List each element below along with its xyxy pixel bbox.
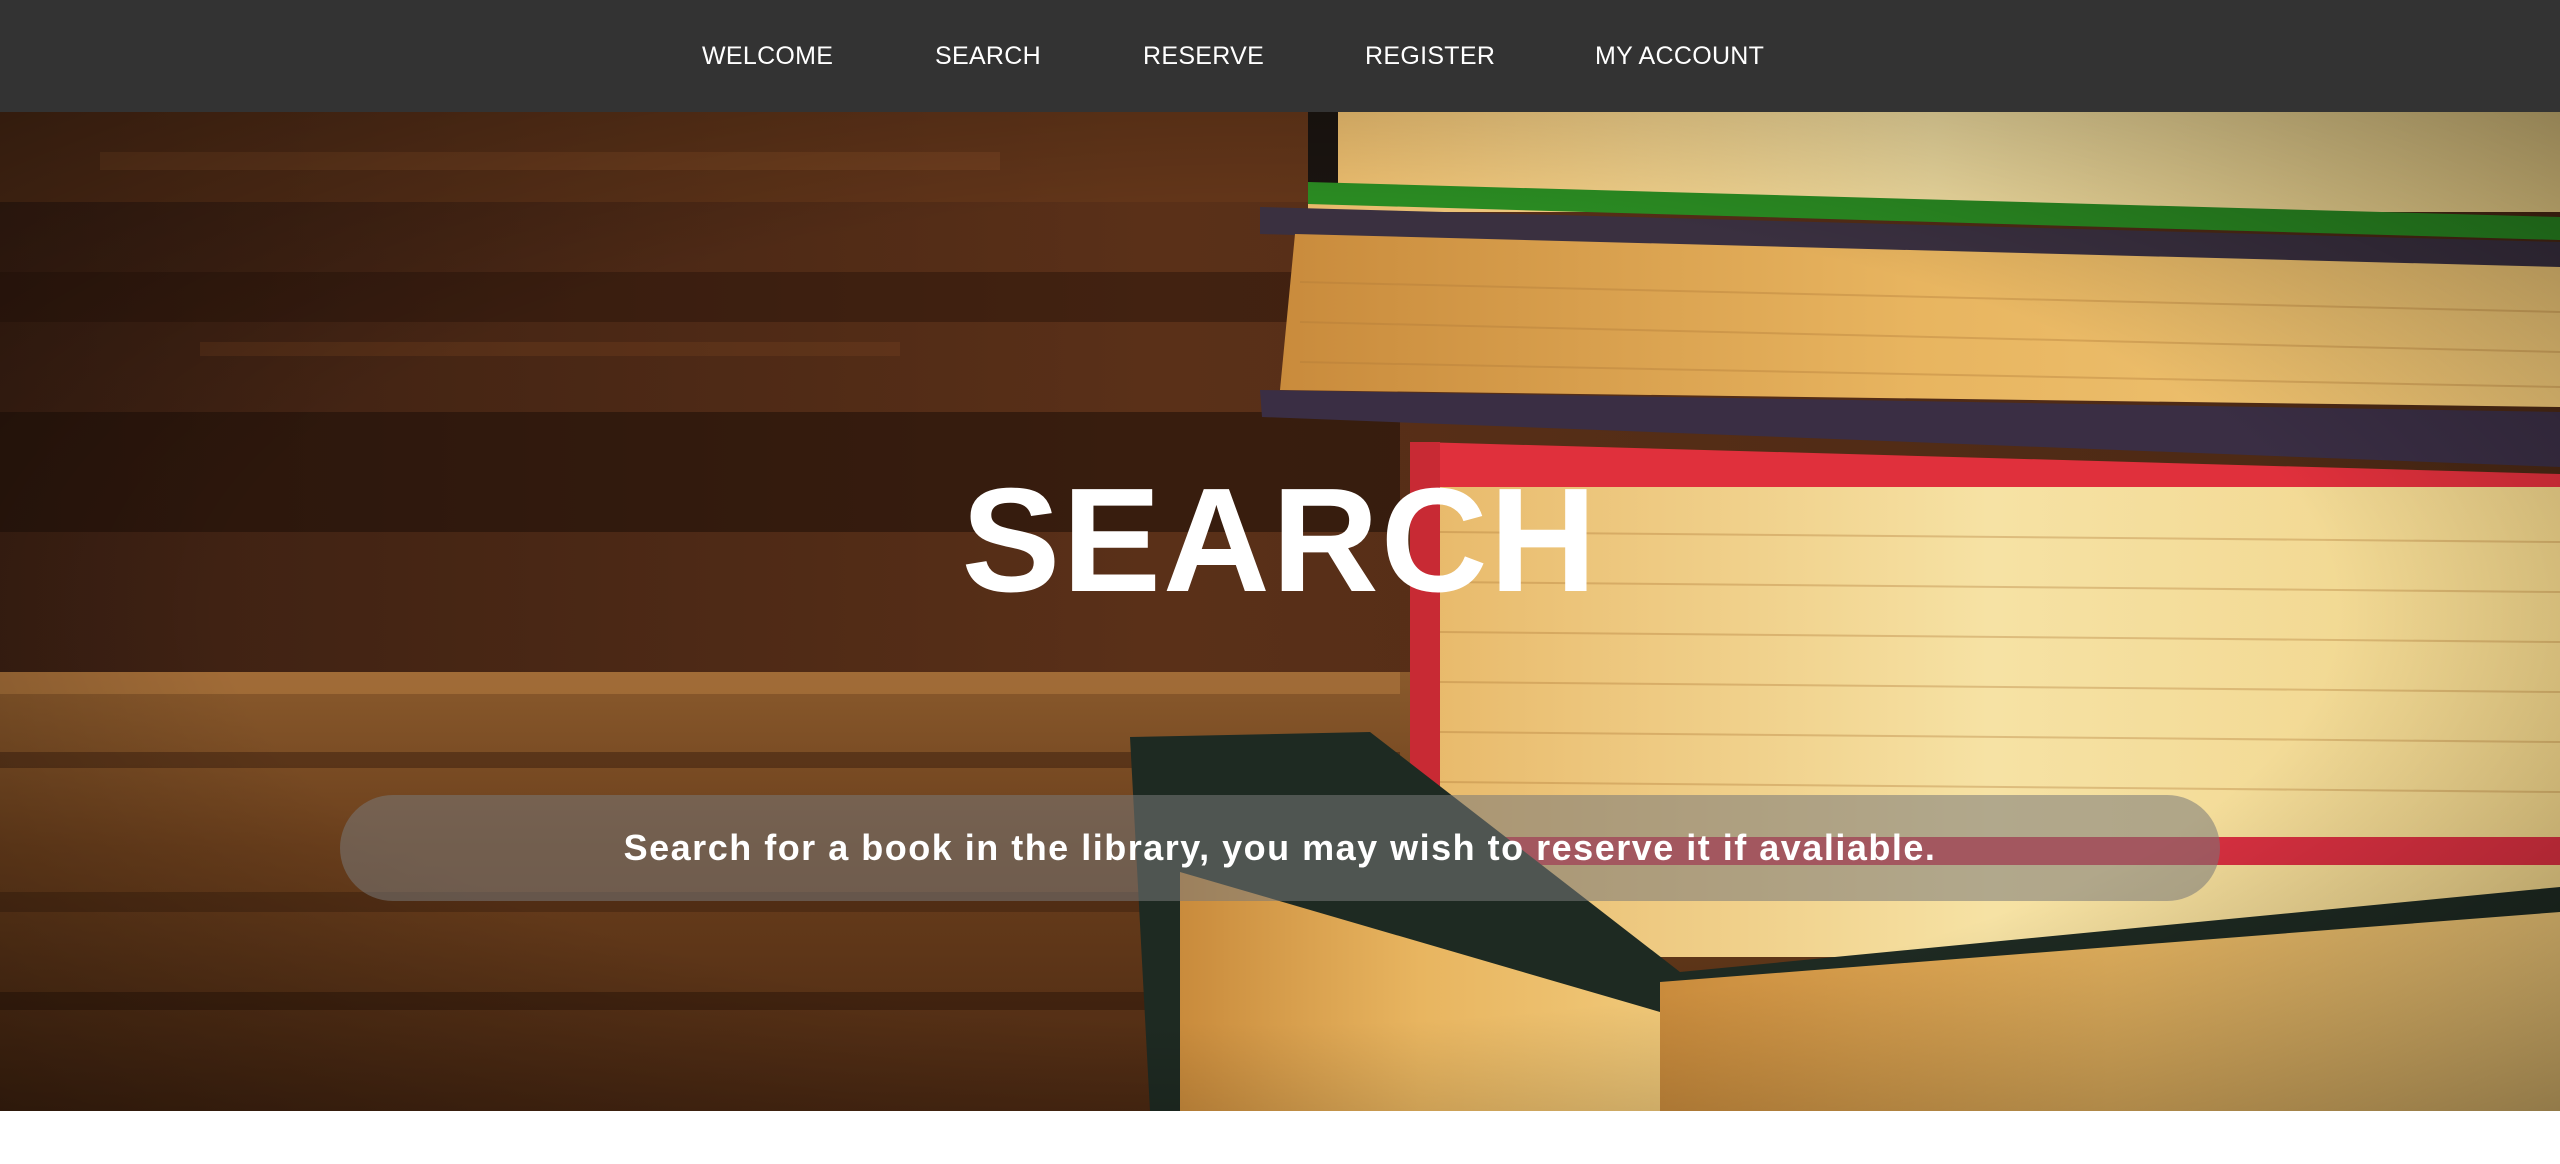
nav-welcome-link[interactable]: WELCOME xyxy=(702,0,833,112)
nav-register-link[interactable]: REGISTER xyxy=(1365,0,1495,112)
nav-my-account-link[interactable]: MY ACCOUNT xyxy=(1595,0,1764,112)
hero-banner: SEARCH Search for a book in the library,… xyxy=(0,112,2560,1111)
page-content-area xyxy=(0,1111,2560,1164)
top-navigation-bar: WELCOME SEARCH RESERVE REGISTER MY ACCOU… xyxy=(0,0,2560,112)
nav-search-link[interactable]: SEARCH xyxy=(935,0,1041,112)
nav-reserve-link[interactable]: RESERVE xyxy=(1143,0,1264,112)
hero-title: SEARCH xyxy=(961,458,1599,623)
hero-subtitle-banner: Search for a book in the library, you ma… xyxy=(340,795,2220,901)
hero-subtitle: Search for a book in the library, you ma… xyxy=(623,827,1937,868)
